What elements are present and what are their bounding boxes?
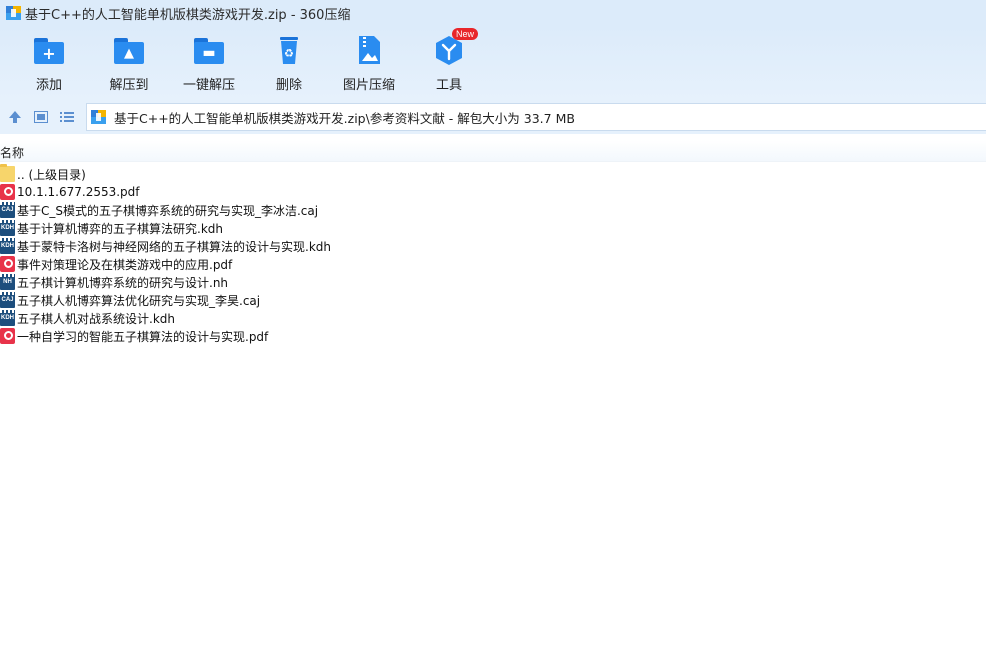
recycle-bin-icon: ♻ (272, 34, 306, 66)
list-item[interactable]: 事件对策理论及在棋类游戏中的应用.pdf (0, 255, 986, 273)
list-item[interactable]: KDH 基于计算机博弈的五子棋算法研究.kdh (0, 219, 986, 237)
path-field[interactable]: 基于C++的人工智能单机版棋类游戏开发.zip\参考资料文献 - 解包大小为 3… (86, 103, 986, 131)
extract-to-button[interactable]: ▲ 解压到 (91, 34, 167, 96)
toolbar: + 添加 ▲ 解压到 ▬ 一键解压 ♻ 删除 图片压缩 New 工具 (0, 26, 986, 100)
thumbnail-view-button[interactable] (30, 106, 52, 128)
one-click-folder-icon: ▬ (192, 34, 226, 66)
list-item[interactable]: 10.1.1.677.2553.pdf (0, 183, 986, 201)
list-view-button[interactable] (56, 106, 78, 128)
kdh-file-icon: KDH (0, 238, 15, 254)
file-name: 基于计算机博弈的五子棋算法研究.kdh (17, 221, 223, 236)
one-click-extract-label: 一键解压 (182, 78, 235, 93)
folder-icon (0, 164, 15, 182)
file-name: 五子棋人机对战系统设计.kdh (17, 311, 175, 326)
list-item[interactable]: KDH 基于蒙特卡洛树与神经网络的五子棋算法的设计与实现.kdh (0, 237, 986, 255)
file-list: .. (上级目录) 10.1.1.677.2553.pdf CAJ 基于C_S模… (0, 164, 986, 345)
archive-icon (91, 110, 106, 124)
image-zip-icon (352, 34, 386, 66)
image-compress-button[interactable]: 图片压缩 (331, 34, 407, 96)
image-compress-label: 图片压缩 (342, 78, 395, 93)
list-item-parent-dir[interactable]: .. (上级目录) (0, 164, 986, 183)
one-click-extract-button[interactable]: ▬ 一键解压 (171, 34, 247, 96)
tools-cube-icon: New (432, 28, 479, 66)
pdf-file-icon (0, 256, 15, 272)
new-badge: New (452, 28, 479, 40)
tools-label: 工具 (435, 78, 462, 93)
list-view-icon (60, 112, 74, 122)
file-name: 五子棋人机博弈算法优化研究与实现_李昊.caj (17, 293, 261, 308)
file-name: 基于蒙特卡洛树与神经网络的五子棋算法的设计与实现.kdh (17, 239, 331, 254)
add-button[interactable]: + 添加 (11, 34, 87, 96)
kdh-file-icon: KDH (0, 310, 15, 326)
path-text: 基于C++的人工智能单机版棋类游戏开发.zip\参考资料文献 - 解包大小为 3… (114, 110, 575, 126)
list-item[interactable]: CAJ 基于C_S模式的五子棋博弈系统的研究与实现_李冰洁.caj (0, 201, 986, 219)
file-name: 10.1.1.677.2553.pdf (17, 185, 140, 199)
caj-file-icon: CAJ (0, 202, 15, 218)
address-bar: 基于C++的人工智能单机版棋类游戏开发.zip\参考资料文献 - 解包大小为 3… (0, 100, 986, 134)
arrow-up-icon (9, 111, 21, 123)
list-item[interactable]: 一种自学习的智能五子棋算法的设计与实现.pdf (0, 327, 986, 345)
tools-button[interactable]: New 工具 (411, 28, 487, 96)
add-folder-icon: + (32, 34, 66, 66)
pdf-file-icon (0, 184, 15, 200)
caj-file-icon: CAJ (0, 292, 15, 308)
list-item[interactable]: KDH 五子棋人机对战系统设计.kdh (0, 309, 986, 327)
file-name: 五子棋计算机博弈系统的研究与设计.nh (17, 275, 229, 290)
add-label: 添加 (35, 78, 62, 93)
thumbnail-view-icon (34, 111, 48, 123)
delete-button[interactable]: ♻ 删除 (251, 34, 327, 96)
column-name-header[interactable]: 名称 (0, 144, 24, 161)
nh-file-icon: NH (0, 274, 15, 290)
extract-folder-icon: ▲ (112, 34, 146, 66)
app-logo-icon (6, 6, 21, 20)
list-item[interactable]: NH 五子棋计算机博弈系统的研究与设计.nh (0, 273, 986, 291)
delete-label: 删除 (275, 78, 302, 93)
column-header: 名称 (0, 140, 986, 162)
file-name: .. (上级目录) (17, 167, 86, 182)
svg-text:♻: ♻ (284, 47, 294, 60)
up-level-button[interactable] (4, 106, 26, 128)
extract-to-label: 解压到 (109, 78, 149, 93)
file-name: 一种自学习的智能五子棋算法的设计与实现.pdf (17, 329, 269, 344)
window-title: 基于C++的人工智能单机版棋类游戏开发.zip - 360压缩 (25, 7, 351, 23)
title-bar: 基于C++的人工智能单机版棋类游戏开发.zip - 360压缩 (0, 0, 986, 26)
file-name: 基于C_S模式的五子棋博弈系统的研究与实现_李冰洁.caj (17, 203, 319, 218)
list-item[interactable]: CAJ 五子棋人机博弈算法优化研究与实现_李昊.caj (0, 291, 986, 309)
kdh-file-icon: KDH (0, 220, 15, 236)
pdf-file-icon (0, 328, 15, 344)
file-name: 事件对策理论及在棋类游戏中的应用.pdf (17, 257, 233, 272)
